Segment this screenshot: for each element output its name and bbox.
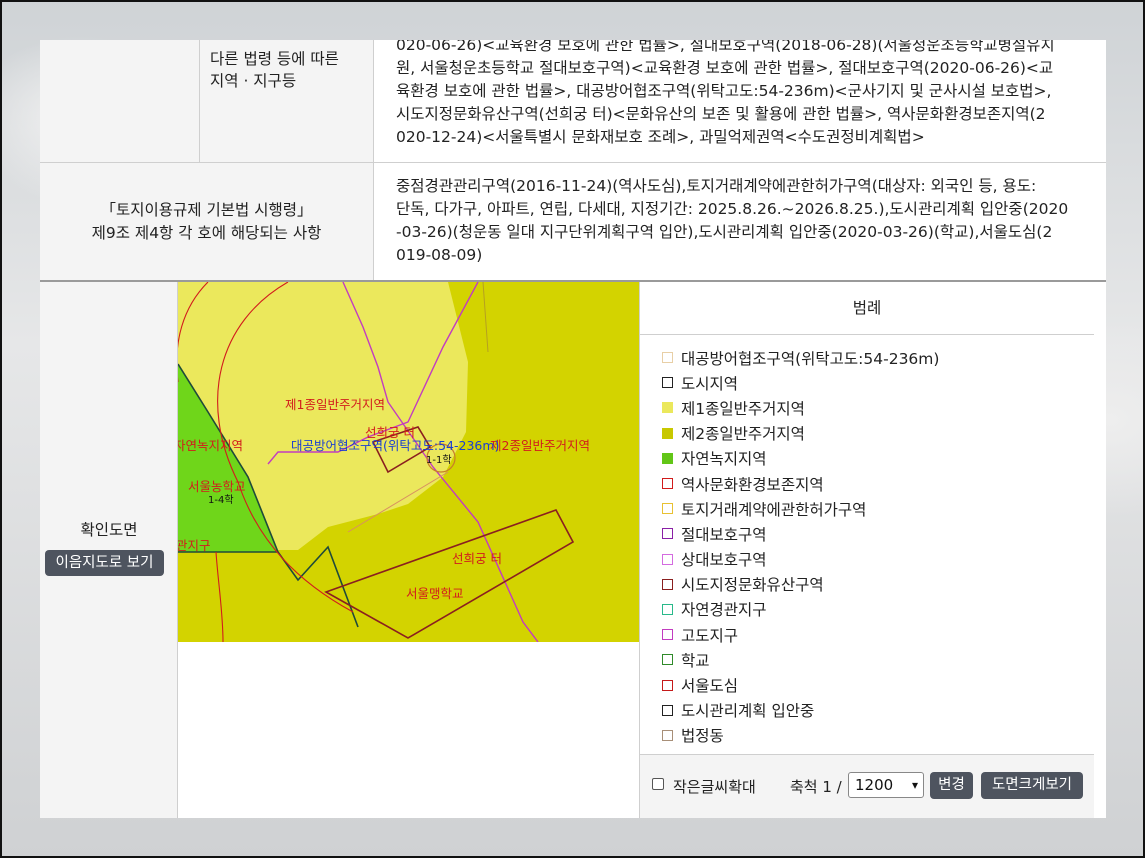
legend-label: 자연경관지구 [681,601,767,620]
legend-label: 절대보호구역 [681,525,767,544]
heritage-map-label: 선희궁 터 [365,425,415,440]
legend-item: 자연경관지구 [662,597,1094,622]
text-line: 중점경관관리구역(2016-11-24)(역사도심),토지거래계약에관한허가구역… [396,177,1037,195]
legend-item: 토지거래계약에관한허가구역 [662,496,1094,521]
legend-item: 서울도심 [662,672,1094,697]
legend-item: 학교 [662,647,1094,672]
legend-item: 제1종일반주거지역 [662,395,1094,420]
text-line: 020-06-26)<교육환경 보호에 관한 법률>, 절대보호구역(2018-… [396,40,1055,54]
small-text-enlarge-label: 작은글씨확대 [673,778,756,796]
legend-label: 상대보호구역 [681,551,767,570]
legend-label: 자연녹지지역 [681,450,767,469]
legend-label: 토지거래계약에관한허가구역 [681,500,867,519]
other-law-zones-row: 다른 법령 등에 따른 지역 · 지구등 020-06-26)<교육환경 보호에… [40,40,1106,163]
row-lead-cell [40,40,200,162]
legend-swatch [662,578,673,590]
other-law-zones-label: 다른 법령 등에 따른 지역 · 지구등 [200,40,374,162]
legend-item: 시도지정문화유산구역 [662,572,1094,597]
confirm-map-title: 확인도면 [80,521,138,539]
school-map-label: 서울농학교 [188,479,246,494]
enlarge-map-button[interactable]: 도면크게보기 [981,772,1083,799]
legend-swatch [662,528,673,540]
legend-swatch [662,729,673,741]
legend-label: 제1종일반주거지역 [681,399,805,418]
confirm-map-label-cell: 확인도면 이음지도로 보기 [40,282,178,818]
legend-swatch [662,704,673,716]
other-law-zones-text: 020-06-26)<교육환경 보호에 관한 법률>, 절대보호구역(2018-… [374,40,1106,162]
legend-swatch [662,553,673,565]
legend-swatch [662,603,673,615]
legend-label: 대공방어협조구역(위탁고도:54-236m) [681,349,940,368]
confirm-map[interactable]: 제1종일반주거지역 제2종일반주거지역 자연녹지지역 대공방어협조구역(위탁고도… [178,282,639,642]
text-line: 시도지정문화유산구역(선희궁 터)<문화유산의 보존 및 활용에 관한 법률>,… [396,105,1046,123]
legend-item: 도시지역 [662,370,1094,395]
text-line: -03-26)(청운동 일대 지구단위계획구역 입안),도시관리계획 입안중(2… [396,223,1053,241]
legend-item: 고도지구 [662,622,1094,647]
legend-swatch [662,402,673,414]
decree-items-text: 중점경관관리구역(2016-11-24)(역사도심),토지거래계약에관한허가구역… [374,163,1106,280]
legend-item: 제2종일반주거지역 [662,421,1094,446]
lot-map-label: 1-4학 [208,494,234,506]
label-line: 제9조 제4항 각 호에 해당되는 사항 [91,223,322,242]
legend-swatch [662,654,673,666]
label-line: 「토지이용규제 기본법 시행령」 [100,200,313,219]
chevron-down-icon: ▾ [911,778,918,792]
legend-label: 법정동 [681,727,724,746]
zone1-map-label: 제1종일반주거지역 [285,397,385,412]
legend-swatch [662,503,673,515]
view-in-eum-map-button[interactable]: 이음지도로 보기 [45,550,164,576]
airdefense-map-label: 대공방어협조구역(위탁고도:54-236m) [291,438,499,453]
text-line: 019-08-09) [396,246,483,264]
heritage-map-label: 선희궁 터 [452,551,502,566]
small-text-enlarge-checkbox[interactable] [652,778,664,790]
legend-label: 도시지역 [681,374,739,393]
legend-item: 법정동 [662,723,1094,748]
confirm-map-row: 확인도면 이음지도로 보기 제1종일반주거지역 제2종일반주거지역 자연녹지지역… [40,282,1106,818]
legend-swatch [662,352,673,364]
legend-list: 대공방어협조구역(위탁고도:54-236m) 도시지역제1종일반주거지역제2종일반… [640,335,1094,748]
label-line: 지역 · 지구등 [210,72,297,90]
legend-item: 자연녹지지역 [662,446,1094,471]
decree-items-row: 「토지이용규제 기본법 시행령」 제9조 제4항 각 호에 해당되는 사항 중점… [40,163,1106,282]
map-controls: 작은글씨확대 축척 1 / 1200 ▾ 변경 도면크게보기 [639,754,1094,818]
decree-items-label: 「토지이용규제 기본법 시행령」 제9조 제4항 각 호에 해당되는 사항 [40,163,374,280]
legend-label: 고도지구 [681,626,739,645]
legend-panel: 범례 대공방어협조구역(위탁고도:54-236m) 도시지역제1종일반주거지역제2… [639,282,1094,754]
district-map-label: 관지구 [178,538,211,553]
school-map-label: 서울맹학교 [406,586,464,601]
legend-swatch [662,629,673,641]
legend-swatch [662,377,673,389]
legend-label: 시도지정문화유산구역 [681,576,824,595]
legend-title: 범례 [640,282,1094,335]
map-empty-area [178,642,639,818]
legend-swatch [662,427,673,439]
scale-select[interactable]: 1200 ▾ [848,772,924,798]
text-line: 육환경 보호에 관한 법률>, 대공방어협조구역(위탁고도:54-236m)<군… [396,82,1052,100]
legend-swatch [662,452,673,464]
legend-item: 역사문화환경보존지역 [662,471,1094,496]
legend-label: 도시관리계획 입안중 [681,702,815,721]
text-line: 020-12-24)<서울특별시 문화재보호 조례>, 과밀억제권역<수도권정비… [396,128,925,146]
text-line: 단독, 다가구, 아파트, 연립, 다세대, 지정기간: 2025.8.26.~… [396,200,1069,218]
legend-item: 절대보호구역 [662,521,1094,546]
legend-label: 역사문화환경보존지역 [681,475,824,494]
legend-label: 서울도심 [681,677,739,696]
legend-item: 상대보호구역 [662,547,1094,572]
green-map-label: 자연녹지지역 [178,438,243,453]
legend-item: 도시관리계획 입안중 [662,698,1094,723]
scale-select-value: 1200 [855,776,894,794]
legend-swatch [662,679,673,691]
zone2-map-label: 제2종일반주거지역 [490,438,590,453]
land-use-panel: 다른 법령 등에 따른 지역 · 지구등 020-06-26)<교육환경 보호에… [40,40,1106,818]
legend-label: 제2종일반주거지역 [681,425,805,444]
legend-swatch [662,478,673,490]
legend-label: 학교 [681,651,710,670]
change-scale-button[interactable]: 변경 [930,772,973,799]
label-line: 다른 법령 등에 따른 [210,50,339,68]
scale-label: 축척 1 / [790,778,842,796]
legend-item: 대공방어협조구역(위탁고도:54-236m) [662,345,1094,370]
text-line: 원, 서울청운초등학교 절대보호구역)<교육환경 보호에 관한 법률>, 절대보… [396,59,1054,77]
lot-map-label: 1-1학 [426,454,452,466]
